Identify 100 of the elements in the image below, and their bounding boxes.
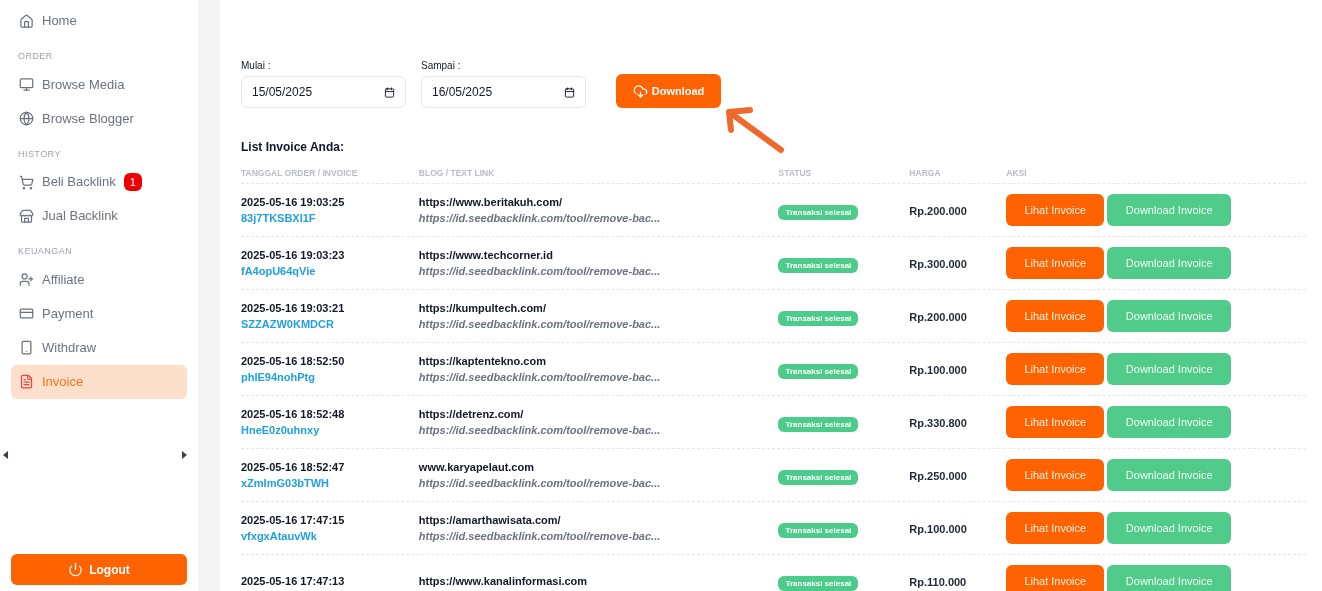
status-badge: Transaksi selesai (778, 311, 859, 326)
column-header: BLOG / TEXT LINK (418, 167, 495, 178)
view-invoice-button[interactable]: Lihat Invoice (1006, 194, 1105, 226)
download-invoice-button[interactable]: Download Invoice (1107, 565, 1232, 591)
home-icon (19, 13, 34, 29)
blog-url: https://kaptentekno.com (418, 354, 546, 369)
blog-url: https://www.techcorner.id (418, 248, 553, 263)
field-label: Sampai : (421, 59, 461, 73)
download-invoice-button[interactable]: Download Invoice (1107, 353, 1232, 385)
blog-url: https://www.kanalinformasi.com (418, 574, 588, 589)
scroll-left-icon[interactable] (3, 450, 8, 459)
view-invoice-button[interactable]: Lihat Invoice (1006, 353, 1105, 385)
section-label: ORDER (17, 50, 54, 63)
price: Rp.200.000 (909, 311, 967, 323)
sidebar-item[interactable]: Jual Backlink (11, 199, 187, 233)
view-invoice-button[interactable]: Lihat Invoice (1006, 247, 1105, 279)
sidebar-item[interactable]: Withdraw (11, 330, 187, 365)
text-link-url: https://id.seedbacklink.com/tool/remove-bac... (418, 529, 661, 544)
order-date: 2025-05-16 18:52:48 (241, 407, 345, 422)
calendar-icon (564, 86, 575, 98)
scroll-right-icon[interactable] (182, 450, 187, 459)
order-date: 2025-05-16 17:47:13 (241, 574, 345, 589)
view-invoice-button[interactable]: Lihat Invoice (1006, 406, 1105, 438)
view-invoice-button[interactable]: Lihat Invoice (1006, 565, 1105, 591)
store-icon (19, 208, 34, 224)
order-date: 2025-05-16 19:03:21 (241, 301, 345, 316)
text-link-url: https://id.seedbacklink.com/tool/remove-bac... (418, 264, 661, 279)
sidebar-item[interactable]: Browse Blogger (11, 101, 187, 136)
date-field[interactable]: 15/05/2025 (241, 76, 406, 108)
calendar-icon (384, 86, 395, 98)
sidebar-item[interactable]: Invoice (11, 364, 187, 399)
status-badge: Transaksi selesai (778, 576, 859, 591)
price: Rp.100.000 (909, 364, 967, 376)
download-button[interactable]: Download (616, 74, 721, 108)
blog-url: https://amarthawisata.com/ (418, 513, 561, 528)
view-invoice-button[interactable]: Lihat Invoice (1006, 512, 1105, 544)
order-date: 2025-05-16 18:52:47 (241, 460, 345, 475)
status-badge: Transaksi selesai (778, 205, 859, 220)
status-badge: Transaksi selesai (778, 364, 859, 379)
field-label: Mulai : (241, 59, 271, 73)
download-invoice-button[interactable]: Download Invoice (1107, 194, 1232, 226)
blog-url: https://detrenz.com/ (418, 407, 524, 422)
download-invoice-button[interactable]: Download Invoice (1107, 247, 1232, 279)
price: Rp.300.000 (909, 258, 967, 270)
logout-button[interactable]: Logout (11, 554, 187, 585)
invoice-code[interactable]: HneE0z0uhnxy (241, 422, 320, 438)
section-label: KEUANGAN (17, 245, 74, 258)
text-link-url: https://id.seedbacklink.com/tool/remove-bac... (418, 423, 661, 438)
price: Rp.100.000 (909, 523, 967, 535)
notification-badge: 1 (123, 173, 142, 191)
sidebar-item[interactable]: Payment (11, 296, 187, 331)
phone-icon (19, 340, 34, 355)
order-date: 2025-05-16 19:03:25 (241, 195, 345, 210)
user-plus-icon (19, 272, 34, 287)
order-date: 2025-05-16 18:52:50 (241, 354, 345, 369)
order-date: 2025-05-16 19:03:23 (241, 248, 345, 263)
sidebar-item[interactable]: Affiliate (11, 262, 187, 297)
document-icon (19, 374, 34, 389)
price: Rp.110.000 (909, 576, 967, 588)
blog-url: https://kumpultech.com/ (418, 301, 546, 316)
arrow-annotation (723, 106, 785, 154)
status-badge: Transaksi selesai (778, 258, 859, 273)
price: Rp.200.000 (909, 205, 967, 217)
status-badge: Transaksi selesai (778, 470, 859, 485)
section-label: HISTORY (17, 147, 62, 161)
cart-icon (19, 174, 34, 190)
column-header: STATUS (778, 167, 812, 178)
order-date: 2025-05-16 17:47:15 (241, 513, 345, 528)
card-icon (19, 306, 34, 321)
text-link-url: https://id.seedbacklink.com/tool/remove-bac... (418, 476, 661, 491)
invoice-code[interactable]: vfxgxAtauvWk (241, 528, 317, 544)
sidebar-item[interactable]: Beli Backlink 1 (11, 165, 187, 199)
invoice-code[interactable]: SZZAZW0KMDCR (241, 316, 334, 332)
download-invoice-button[interactable]: Download Invoice (1107, 406, 1232, 438)
price: Rp.250.000 (909, 470, 967, 482)
download-invoice-button[interactable]: Download Invoice (1107, 300, 1232, 332)
price: Rp.330.800 (909, 417, 967, 429)
view-invoice-button[interactable]: Lihat Invoice (1006, 300, 1105, 332)
power-icon (68, 562, 84, 577)
invoice-code[interactable]: phlE94nohPtg (241, 369, 315, 385)
status-badge: Transaksi selesai (778, 523, 859, 538)
blog-url: https://www.beritakuh.com/ (418, 195, 563, 210)
invoice-code[interactable]: xZmImG03bTWH (241, 475, 329, 491)
globe-icon (19, 111, 34, 126)
invoice-code[interactable]: fA4opU64qVie (241, 263, 316, 279)
download-invoice-button[interactable]: Download Invoice (1107, 459, 1232, 491)
monitor-icon (19, 77, 34, 92)
blog-url: www.karyapelaut.com (418, 460, 534, 475)
column-header: TANGGAL ORDER / INVOICE (241, 167, 358, 178)
text-link-url: https://id.seedbacklink.com/tool/remove-bac... (418, 211, 661, 226)
table-title: List Invoice Anda: (241, 139, 344, 156)
invoice-code[interactable]: 83j7TKSBXI1F (241, 210, 316, 226)
date-field[interactable]: 16/05/2025 (421, 76, 586, 108)
text-link-url: https://id.seedbacklink.com/tool/remove-bac... (418, 317, 661, 332)
column-header: AKSI (1006, 167, 1027, 178)
sidebar-item[interactable]: Home (11, 4, 187, 38)
download-invoice-button[interactable]: Download Invoice (1107, 512, 1232, 544)
status-badge: Transaksi selesai (778, 417, 859, 432)
view-invoice-button[interactable]: Lihat Invoice (1006, 459, 1105, 491)
sidebar-item[interactable]: Browse Media (11, 67, 187, 102)
